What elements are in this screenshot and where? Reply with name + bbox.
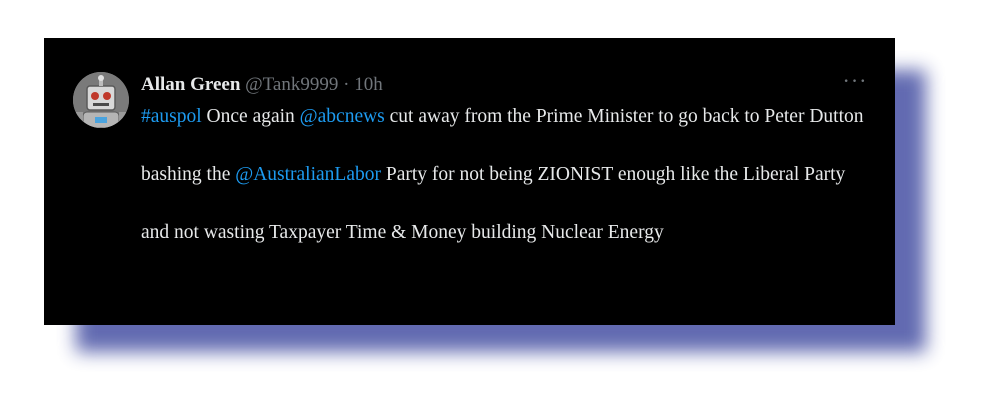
tweet-paragraph: #auspol Once again @abcnews cut away fro… [141,102,871,131]
tweet-header: Allan Green @Tank9999 · 10h [141,73,383,97]
mention-link[interactable]: @AustralianLabor [235,164,381,185]
text-segment: bashing the [141,164,236,185]
robot-avatar-icon [73,72,129,128]
tweet-timestamp[interactable]: 10h [354,74,383,95]
tweet-paragraph: bashing the @AustralianLabor Party for n… [141,160,871,189]
more-horizontal-icon: ··· [842,68,868,93]
display-name[interactable]: Allan Green [141,74,240,95]
user-handle[interactable]: @Tank9999 [245,74,338,95]
hashtag-link[interactable]: #auspol [141,106,202,127]
text-segment: Once again [201,106,300,127]
avatar[interactable] [73,72,129,128]
mention-link[interactable]: @abcnews [300,106,385,127]
text-segment: cut away from the Prime Minister to go b… [384,106,864,127]
header-separator: · [343,74,350,95]
screenshot-stage: Allan Green @Tank9999 · 10h ··· #auspol … [0,0,1001,402]
text-segment: Party for not being ZIONIST enough like … [380,164,846,185]
more-options-button[interactable]: ··· [840,68,870,95]
tweet-paragraph: and not wasting Taxpayer Time & Money bu… [141,218,871,247]
tweet-text: #auspol Once again @abcnews cut away fro… [141,102,871,247]
text-segment: and not wasting Taxpayer Time & Money bu… [141,222,664,243]
